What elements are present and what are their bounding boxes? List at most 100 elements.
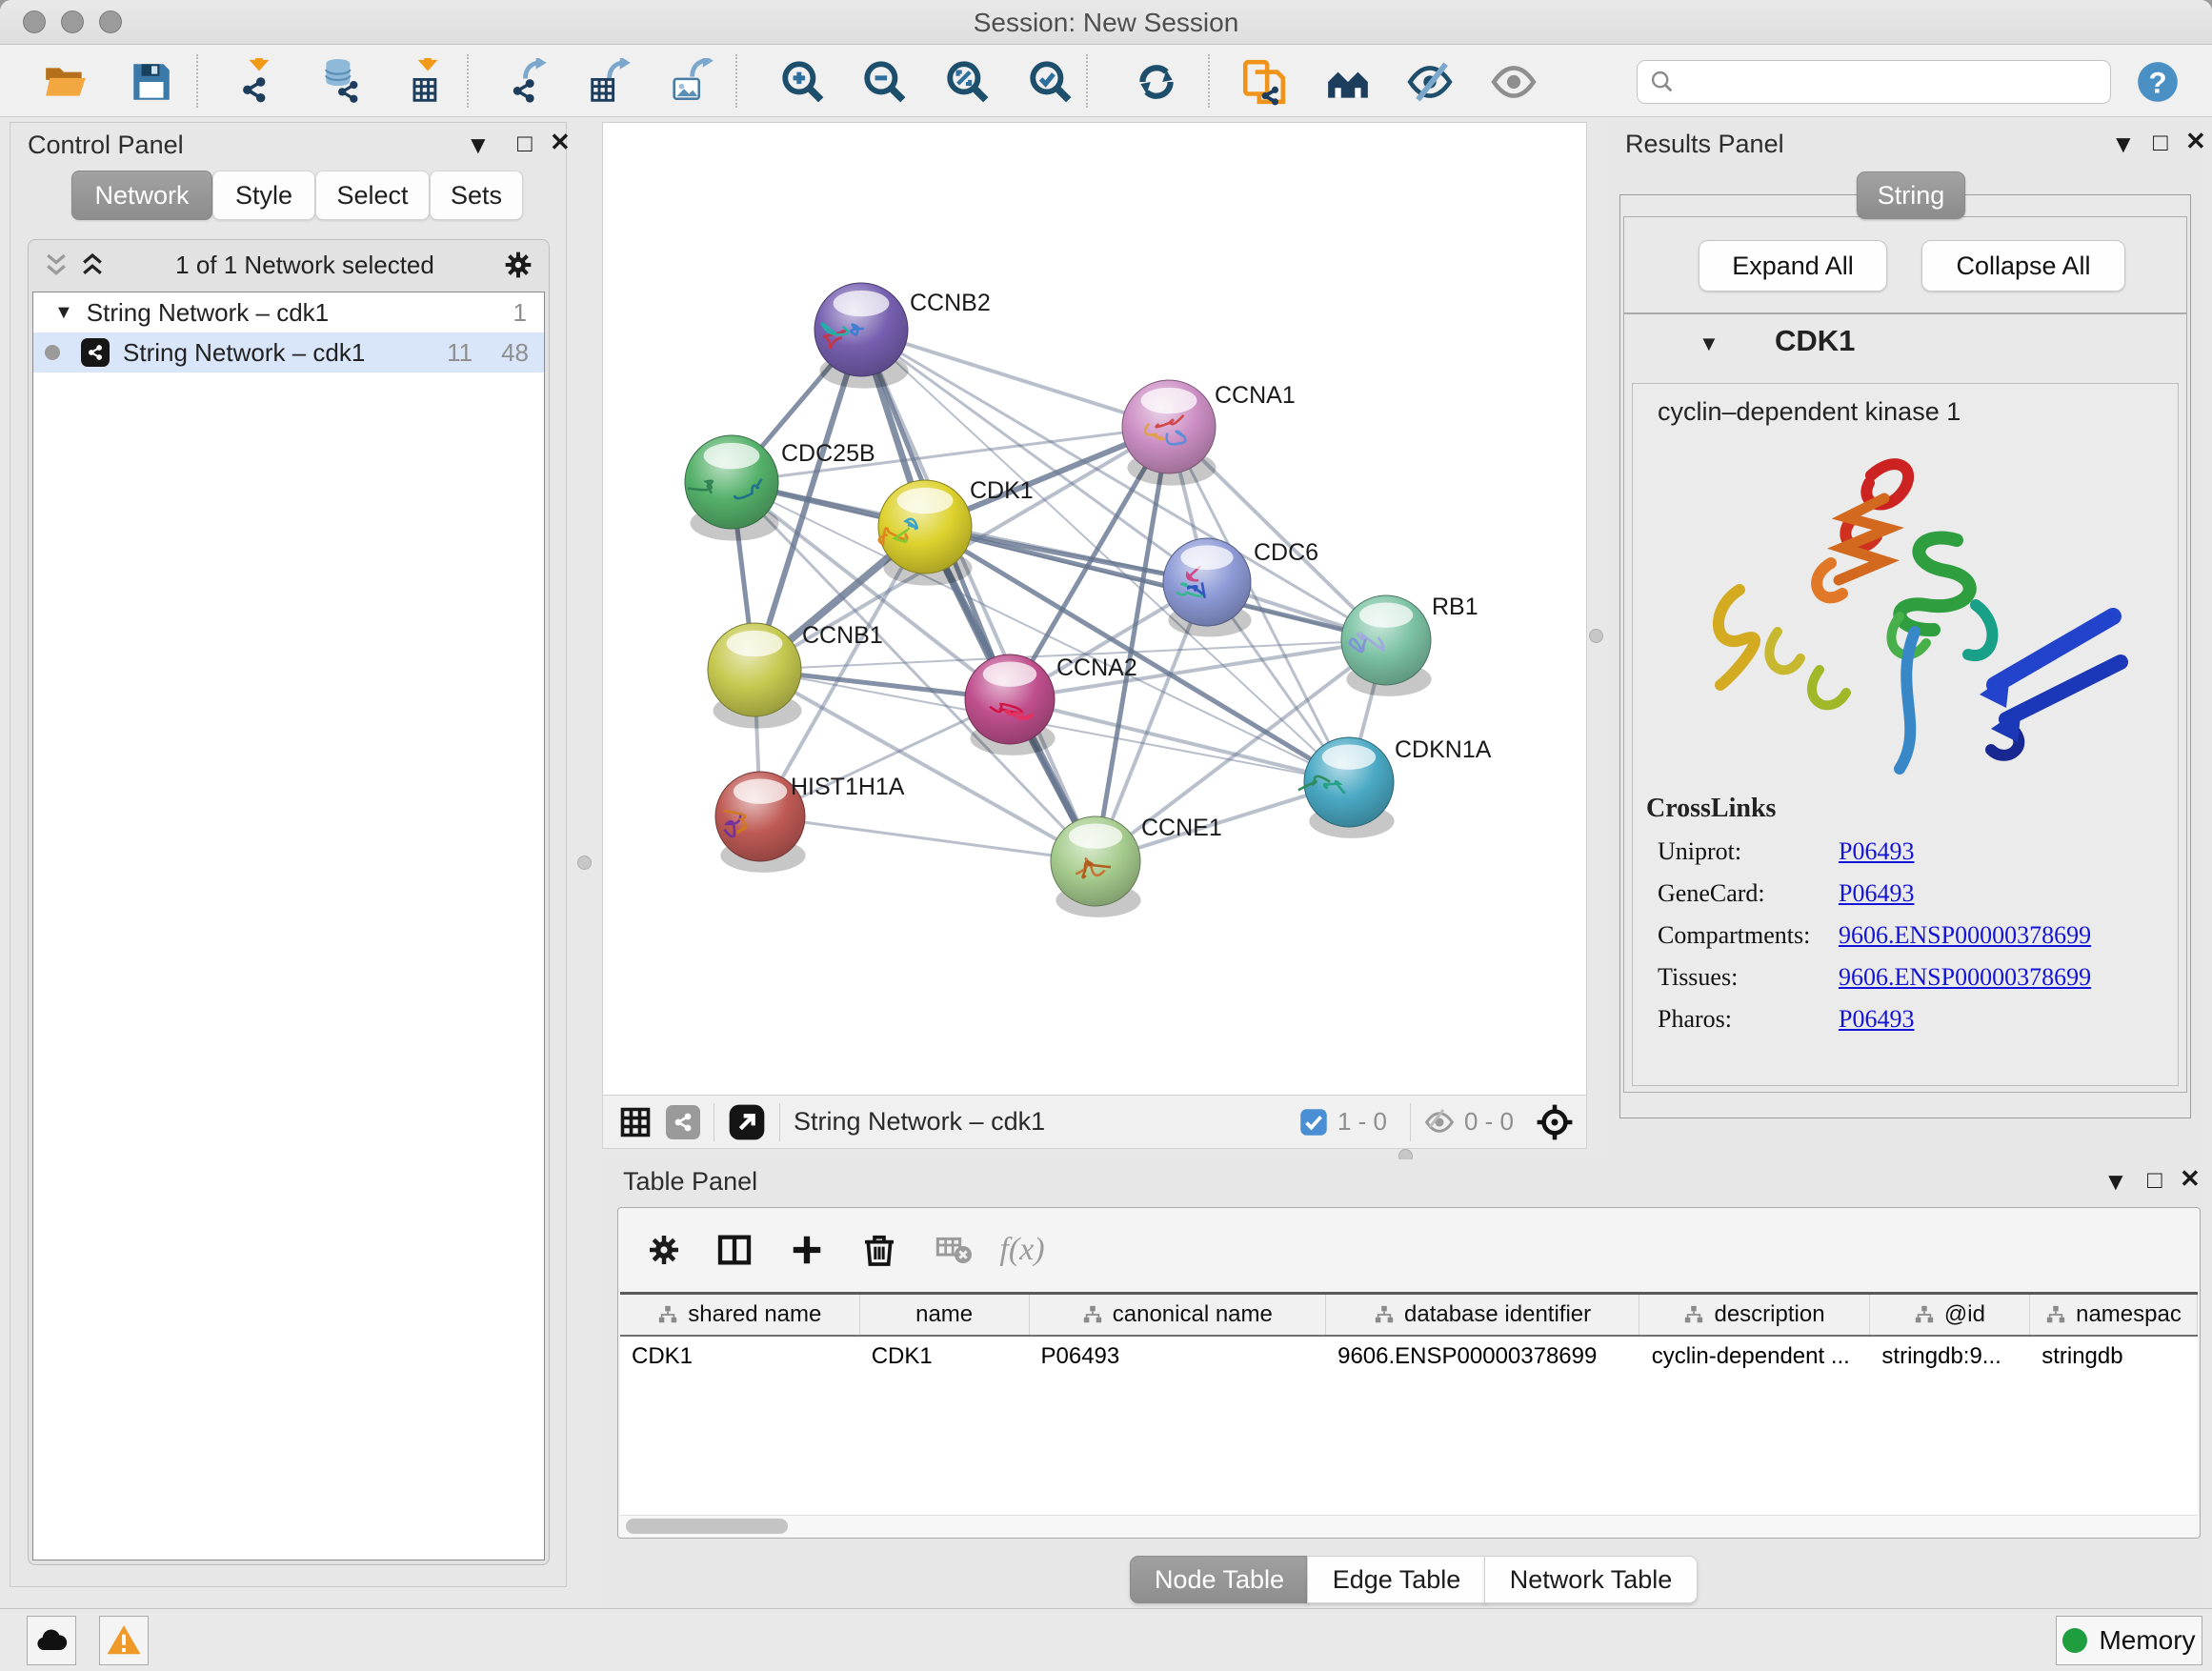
- function-builder-button[interactable]: f(x): [997, 1225, 1047, 1275]
- edge-HIST1H1A-CCNE1[interactable]: [760, 816, 1096, 861]
- first-neighbors-button[interactable]: [1322, 56, 1374, 108]
- node-CDKN1A[interactable]: [1298, 737, 1395, 838]
- section-collapse-arrow[interactable]: ▼: [1699, 332, 1719, 356]
- tab-network[interactable]: Network: [71, 171, 212, 220]
- tab-select[interactable]: Select: [315, 171, 430, 220]
- hide-selected-button[interactable]: [1404, 56, 1456, 108]
- collapse-all-button[interactable]: Collapse All: [1921, 240, 2125, 292]
- node-CCNB1[interactable]: [708, 623, 802, 729]
- selected-checkbox-icon[interactable]: [1299, 1108, 1328, 1137]
- node-CCNB2[interactable]: [814, 283, 909, 389]
- share-view-icon[interactable]: [666, 1105, 700, 1139]
- table-panel-close-button[interactable]: ✕: [2180, 1166, 2201, 1191]
- edge-CCNB2-CCNA1[interactable]: [861, 330, 1169, 427]
- network-row-selected[interactable]: String Network – cdk1 11 48: [33, 332, 544, 372]
- column-header-@id[interactable]: @id: [1870, 1295, 2030, 1335]
- node-CCNE1[interactable]: [1051, 816, 1141, 917]
- import-network-button[interactable]: [234, 56, 286, 108]
- copy-network-button[interactable]: [1237, 56, 1289, 108]
- table-panel-menu-button[interactable]: ▼: [2103, 1169, 2128, 1194]
- cloud-status-button[interactable]: [27, 1616, 76, 1665]
- zoom-out-button[interactable]: [859, 56, 911, 108]
- node-CDC25B[interactable]: [685, 435, 779, 541]
- table-cell[interactable]: 9606.ENSP00000378699: [1326, 1337, 1640, 1377]
- column-header-canonical-name[interactable]: canonical name: [1030, 1295, 1326, 1335]
- table-cell[interactable]: cyclin-dependent ...: [1640, 1337, 1871, 1377]
- table-cell[interactable]: P06493: [1029, 1337, 1326, 1377]
- table-cell[interactable]: stringdb: [2030, 1337, 2198, 1377]
- results-panel-menu-button[interactable]: ▼: [2111, 131, 2136, 156]
- birds-eye-icon[interactable]: [1535, 1102, 1575, 1142]
- collapse-all-icon[interactable]: [42, 251, 70, 279]
- expand-all-button[interactable]: Expand All: [1699, 240, 1887, 292]
- refresh-layout-button[interactable]: [1131, 56, 1182, 108]
- results-panel-close-button[interactable]: ✕: [2185, 129, 2206, 153]
- node-CCNA2[interactable]: [965, 654, 1056, 755]
- crosslink-label: Tissues:: [1658, 963, 1839, 992]
- open-session-button[interactable]: [40, 56, 91, 108]
- table-cell[interactable]: stringdb:9...: [1870, 1337, 2030, 1377]
- memory-button[interactable]: Memory: [2056, 1616, 2202, 1665]
- import-network-database-button[interactable]: [316, 56, 368, 108]
- table-cell[interactable]: CDK1: [860, 1337, 1030, 1377]
- crosslink-link[interactable]: P06493: [1839, 837, 1914, 866]
- table-settings-button[interactable]: [639, 1225, 689, 1275]
- right-splitter-handle[interactable]: [1589, 629, 1603, 643]
- column-header-database-identifier[interactable]: database identifier: [1326, 1295, 1639, 1335]
- detach-view-icon[interactable]: [728, 1103, 766, 1141]
- node-RB1[interactable]: [1341, 595, 1432, 696]
- column-header-namespac[interactable]: namespac: [2030, 1295, 2198, 1335]
- crosslink-link[interactable]: P06493: [1839, 1005, 1914, 1034]
- tab-node-table[interactable]: Node Table: [1130, 1556, 1309, 1603]
- zoom-in-button[interactable]: [777, 56, 829, 108]
- node-CDK1[interactable]: [878, 480, 973, 586]
- table-row[interactable]: CDK1CDK1P064939606.ENSP00000378699cyclin…: [620, 1337, 2198, 1377]
- zoom-selected-button[interactable]: [1025, 56, 1076, 108]
- add-column-button[interactable]: [782, 1225, 832, 1275]
- column-header-name[interactable]: name: [860, 1295, 1030, 1335]
- node-CDC6[interactable]: [1163, 538, 1252, 636]
- control-panel-close-button[interactable]: ✕: [550, 130, 571, 154]
- table-horizontal-scrollbar[interactable]: [620, 1515, 2198, 1537]
- show-all-button[interactable]: [1488, 56, 1539, 108]
- tab-string-results[interactable]: String: [1857, 171, 1965, 219]
- string-network-graph[interactable]: CCNB2CCNA1CDC25BCDK1CDC6RB1CCNB1CCNA2CDK…: [603, 123, 1586, 1095]
- show-columns-button[interactable]: [710, 1225, 759, 1275]
- crosslink-link[interactable]: 9606.ENSP00000378699: [1839, 921, 2091, 950]
- network-collection-row[interactable]: ▼ String Network – cdk1 1: [33, 292, 544, 332]
- tab-style[interactable]: Style: [212, 171, 315, 220]
- search-input[interactable]: [1683, 68, 2097, 96]
- column-header-shared-name[interactable]: shared name: [620, 1295, 860, 1335]
- delete-table-button[interactable]: [929, 1225, 978, 1275]
- network-canvas[interactable]: CCNB2CCNA1CDC25BCDK1CDC6RB1CCNB1CCNA2CDK…: [602, 122, 1587, 1096]
- table-panel-float-button[interactable]: □: [2147, 1167, 2162, 1192]
- control-panel-menu-button[interactable]: ▼: [466, 132, 491, 157]
- delete-column-button[interactable]: [855, 1225, 904, 1275]
- results-panel-float-button[interactable]: □: [2153, 130, 2168, 154]
- left-splitter-handle[interactable]: [577, 856, 592, 870]
- control-panel-float-button[interactable]: □: [517, 131, 533, 155]
- node-CCNA1[interactable]: [1122, 380, 1217, 486]
- crosslink-link[interactable]: P06493: [1839, 879, 1914, 908]
- scrollbar-thumb[interactable]: [626, 1519, 788, 1534]
- grid-view-icon[interactable]: [618, 1105, 653, 1139]
- table-cell[interactable]: CDK1: [620, 1337, 860, 1377]
- export-image-button[interactable]: [668, 56, 719, 108]
- column-header-description[interactable]: description: [1639, 1295, 1870, 1335]
- tab-edge-table[interactable]: Edge Table: [1307, 1556, 1486, 1603]
- zoom-fit-button[interactable]: [942, 56, 994, 108]
- save-session-button[interactable]: [126, 56, 177, 108]
- expand-all-icon[interactable]: [78, 251, 107, 279]
- collection-expand-arrow[interactable]: ▼: [54, 302, 73, 324]
- node-description: cyclin–dependent kinase 1: [1658, 397, 2178, 427]
- export-table-button[interactable]: [585, 56, 636, 108]
- tab-network-table[interactable]: Network Table: [1484, 1556, 1698, 1603]
- crosslink-link[interactable]: 9606.ENSP00000378699: [1839, 963, 2091, 992]
- gear-icon[interactable]: [503, 250, 533, 280]
- export-network-button[interactable]: [505, 56, 556, 108]
- table-panel: Table Panel ▼ □ ✕ f(x) shared namenameca…: [602, 1159, 2202, 1608]
- warning-status-button[interactable]: [99, 1616, 149, 1665]
- import-table-button[interactable]: [401, 56, 452, 108]
- help-button[interactable]: ?: [2132, 56, 2183, 108]
- tab-sets[interactable]: Sets: [430, 171, 523, 220]
